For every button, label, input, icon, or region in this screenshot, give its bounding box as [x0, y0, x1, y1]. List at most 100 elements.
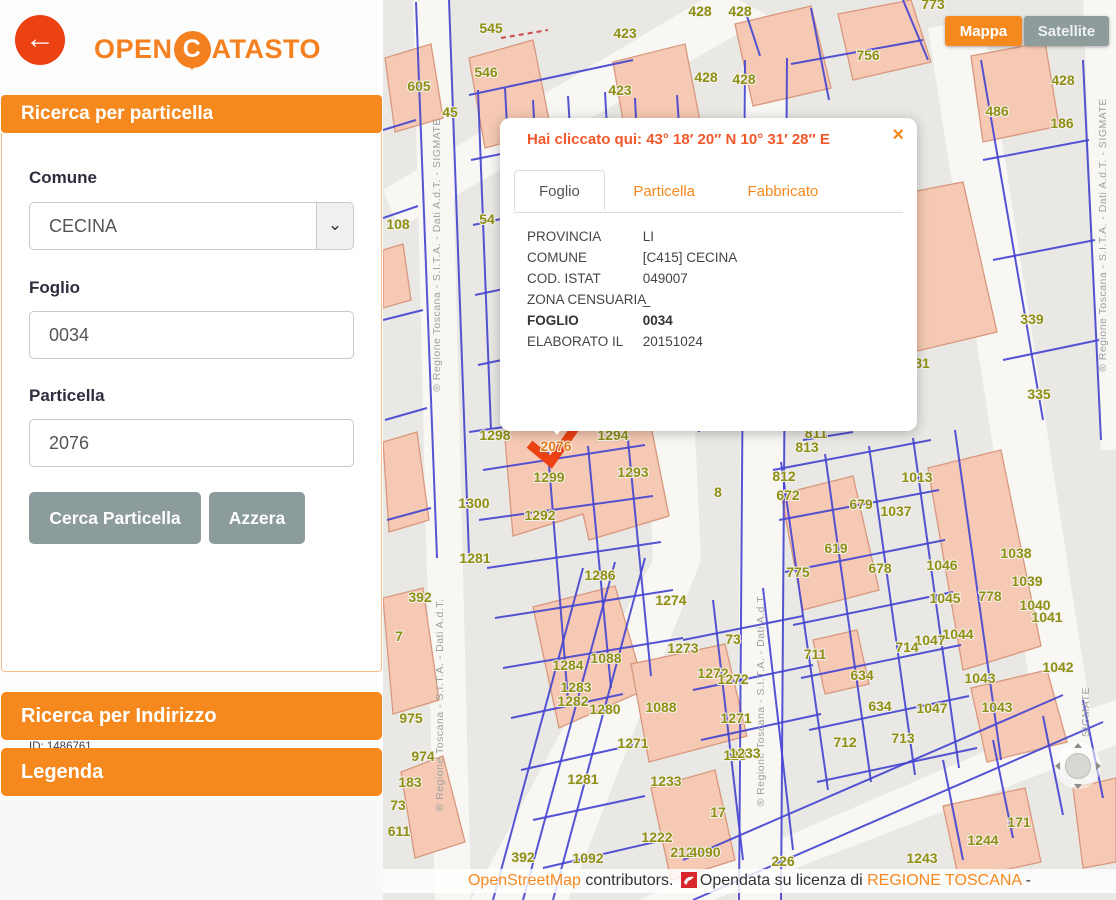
parcel-label: 672 — [776, 487, 800, 503]
close-icon[interactable]: × — [892, 124, 904, 147]
pan-down-icon[interactable] — [1074, 784, 1082, 789]
section-ricerca-indirizzo[interactable]: Ricerca per Indirizzo — [1, 692, 382, 740]
parcel-label: 17 — [710, 804, 726, 820]
contributors-text: contributors. — [580, 872, 678, 889]
map-pan-control[interactable] — [1055, 743, 1101, 789]
table-row: PROVINCIA LI — [527, 226, 737, 247]
row-label: PROVINCIA — [527, 229, 602, 244]
row-value: 049007 — [642, 271, 688, 286]
parcel-label: 619 — [824, 540, 848, 556]
parcel-label: 428 — [688, 3, 712, 19]
parcel-label: 974 — [411, 748, 435, 764]
row-value: 0034 — [642, 313, 673, 328]
parcel-label: 186 — [1050, 115, 1074, 131]
tab-fabbricato[interactable]: Fabbricato — [723, 171, 842, 212]
map-attribution: OpenStreetMap contributors. Opendata su … — [383, 869, 1116, 893]
chevron-down-icon[interactable]: ⌄ — [316, 203, 353, 249]
parcel-label: 975 — [399, 710, 423, 726]
logo-text-rest: ATASTO — [211, 33, 322, 64]
cerca-particella-button[interactable]: Cerca Particella — [29, 492, 201, 544]
section-ricerca-particella[interactable]: Ricerca per particella — [1, 95, 382, 133]
parcel-label: 7 — [395, 628, 403, 644]
parcel-label: 1284 — [552, 657, 583, 673]
table-row: COD. ISTAT 049007 — [527, 268, 737, 289]
tab-foglio[interactable]: Foglio — [514, 170, 605, 211]
parcel-label: 428 — [694, 69, 718, 85]
row-value: LI — [642, 229, 655, 244]
table-row: FOGLIO 0034 — [527, 310, 737, 331]
tab-particella[interactable]: Particella — [609, 171, 719, 212]
parcel-label: 8 — [714, 484, 722, 500]
parcel-label: 423 — [613, 25, 637, 41]
parcel-label: 634 — [868, 698, 892, 714]
logo-text-open: OPEN — [94, 33, 173, 64]
row-label: ELABORATO IL — [527, 334, 624, 349]
parcel-label: 1299 — [533, 469, 564, 485]
map-click-popup: Hai cliccato qui: 43° 18′ 20″ N 10° 31′ … — [500, 118, 917, 435]
row-label: COMUNE — [527, 250, 587, 265]
parcel-label: 1046 — [926, 557, 957, 573]
parcel-label: 1300 — [458, 495, 489, 511]
openstreetmap-link[interactable]: OpenStreetMap — [468, 872, 581, 889]
street-attribution-text: ® Regione Toscana - S.I.T.A. - Dati A.d.… — [434, 599, 446, 812]
street-attribution-text: ® Regione Toscana - S.I.T.A. - Dati A.d.… — [1097, 98, 1109, 372]
parcel-label: 1271 — [617, 735, 648, 751]
parcel-label: 1244 — [967, 832, 998, 848]
row-label: COD. ISTAT — [527, 271, 601, 286]
clicked-coordinates-text: Hai cliccato qui: 43° 18′ 20″ N 10° 31′ … — [527, 131, 830, 148]
parcel-label: 711 — [804, 646, 827, 662]
foglio-input[interactable] — [29, 311, 354, 359]
parcel-label: 226 — [771, 853, 795, 869]
parcel-label: 1088 — [590, 650, 621, 666]
parcel-label: 428 — [732, 71, 756, 87]
parcel-label: 392 — [408, 589, 432, 605]
parcel-label: 54 — [479, 211, 495, 227]
parcel-label: 545 — [479, 20, 503, 36]
parcel-label: 1243 — [906, 850, 937, 866]
parcel-label: 1274 — [655, 592, 686, 608]
parcel-label: 714 — [895, 639, 919, 655]
foglio-info-table: PROVINCIA LI COMUNE [C415] CECINA COD. I… — [527, 226, 737, 352]
pan-knob[interactable] — [1065, 753, 1091, 779]
sidebar-footer-space — [0, 800, 383, 900]
row-value: _ — [642, 292, 651, 307]
section-legenda[interactable]: Legenda — [1, 748, 382, 796]
parcel-label: 1273 — [667, 640, 698, 656]
parcel-label: 634 — [850, 667, 874, 683]
row-label: FOGLIO — [527, 313, 579, 328]
parcel-label: 1280 — [589, 701, 620, 717]
parcel-label: 813 — [795, 439, 819, 455]
comune-label: Comune — [29, 168, 97, 187]
parcel-label: 1281 — [459, 550, 490, 566]
opendata-text: Opendata su licenza di — [699, 872, 868, 889]
parcel-label: 428 — [1051, 72, 1075, 88]
row-value: 20151024 — [642, 334, 703, 349]
parcel-label: 1038 — [1000, 545, 1031, 561]
azzera-button[interactable]: Azzera — [209, 492, 305, 544]
pan-right-icon[interactable] — [1096, 762, 1101, 770]
row-value: [C415] CECINA — [642, 250, 738, 265]
parcel-label: 1047 — [914, 632, 945, 648]
comune-selected-value: CECINA — [49, 216, 118, 236]
parcel-label: 1233 — [650, 773, 681, 789]
parcel-label: 1044 — [942, 626, 973, 642]
row-label: ZONA CENSUARIA — [527, 292, 647, 307]
particella-input[interactable] — [29, 419, 354, 467]
sidebar: ← OPEN C ATASTO Ricerca per particella C… — [0, 0, 383, 900]
map-type-satellite-button[interactable]: Satellite — [1024, 16, 1109, 46]
map-type-mappa-button[interactable]: Mappa — [945, 16, 1022, 46]
parcel-label: 1088 — [645, 699, 676, 715]
parcel-label: 1271 — [720, 710, 751, 726]
pan-left-icon[interactable] — [1055, 762, 1060, 770]
regione-toscana-link[interactable]: REGIONE TOSCANA — [867, 872, 1021, 889]
parcel-label: 679 — [849, 496, 873, 512]
comune-select[interactable]: CECINA ⌄ — [29, 202, 354, 250]
parcel-label: 611 — [388, 823, 411, 839]
suffix-text: - — [1021, 872, 1031, 889]
parcel-label: 1041 — [1031, 609, 1062, 625]
pan-up-icon[interactable] — [1074, 743, 1082, 748]
logo-pin-icon: C — [173, 30, 211, 70]
table-row: COMUNE [C415] CECINA — [527, 247, 737, 268]
parcel-label: 486 — [985, 103, 1009, 119]
back-button[interactable]: ← — [15, 15, 65, 65]
